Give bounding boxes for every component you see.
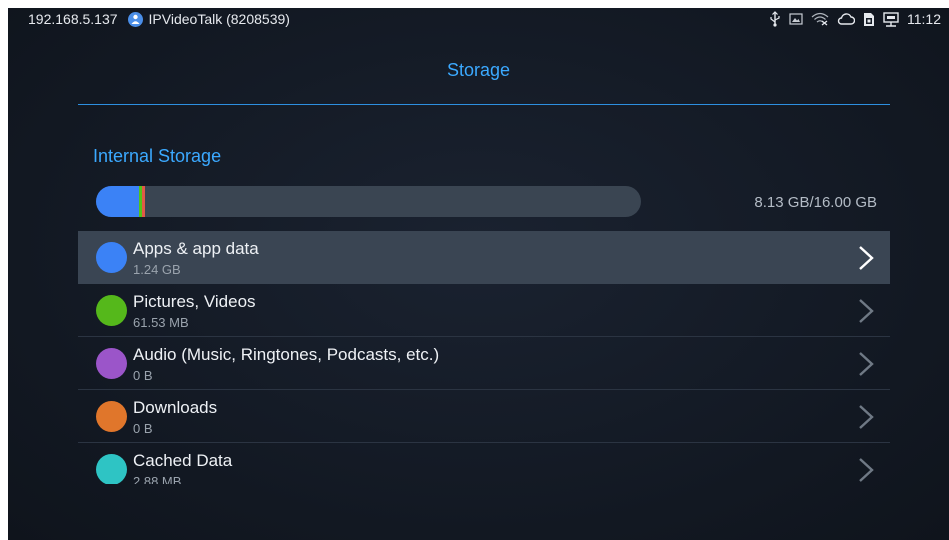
category-color-icon [96,454,127,484]
category-size: 0 B [133,368,153,383]
category-label: Apps & app data [133,239,259,258]
account-name: IPVideoTalk (8208539) [148,11,290,27]
category-size: 0 B [133,421,153,436]
category-color-icon [96,348,127,379]
section-title: Internal Storage [93,146,222,166]
storage-category-row[interactable]: Pictures, Videos 61.53 MB [78,284,890,337]
category-label: Audio (Music, Ringtones, Podcasts, etc.) [133,345,440,364]
status-right: 11:12 [769,11,941,27]
chevron-right-icon [858,457,874,484]
category-label: Pictures, Videos [133,292,256,311]
category-color-icon [96,242,127,273]
image-icon [789,12,803,26]
category-label: Downloads [133,398,218,417]
ip-address: 192.168.5.137 [28,11,118,27]
title-divider [78,104,890,105]
storage-usage-bar [96,186,641,217]
storage-usage-text: 8.13 GB/16.00 GB [754,194,877,211]
category-size: 2.88 MB [133,474,182,484]
sim-icon [863,12,875,27]
storage-category-row[interactable]: Apps & app data 1.24 GB [78,231,890,284]
category-color-icon [96,295,127,326]
clock: 11:12 [907,11,941,27]
storage-bar-segment-apps [96,186,139,217]
status-left: 192.168.5.137 IPVideoTalk (8208539) [28,11,290,27]
page-title: Storage [446,60,511,80]
screen: 192.168.5.137 IPVideoTalk (8208539) 11:1… [8,8,949,540]
storage-category-row[interactable]: Cached Data 2.88 MB [78,443,890,484]
status-bar: 192.168.5.137 IPVideoTalk (8208539) 11:1… [8,8,949,32]
storage-category-row[interactable]: Downloads 0 B [78,390,890,443]
ethernet-icon [883,11,899,27]
storage-category-list: Apps & app data 1.24 GB Pictures, Videos 61… [78,231,890,484]
usb-icon [769,11,781,27]
category-color-icon [96,401,127,432]
cloud-icon [837,13,855,25]
storage-category-row[interactable]: Audio (Music, Ringtones, Podcasts, etc.)… [78,337,890,390]
category-size: 1.24 GB [133,262,181,277]
storage-bar-segment-other [142,186,145,217]
wifi-off-icon [811,12,829,26]
account-icon [127,11,143,27]
chevron-right-icon [858,298,874,329]
category-label: Cached Data [133,451,233,470]
chevron-right-icon [858,245,874,276]
chevron-right-icon [858,404,874,435]
category-size: 61.53 MB [133,315,189,330]
chevron-right-icon [858,351,874,382]
